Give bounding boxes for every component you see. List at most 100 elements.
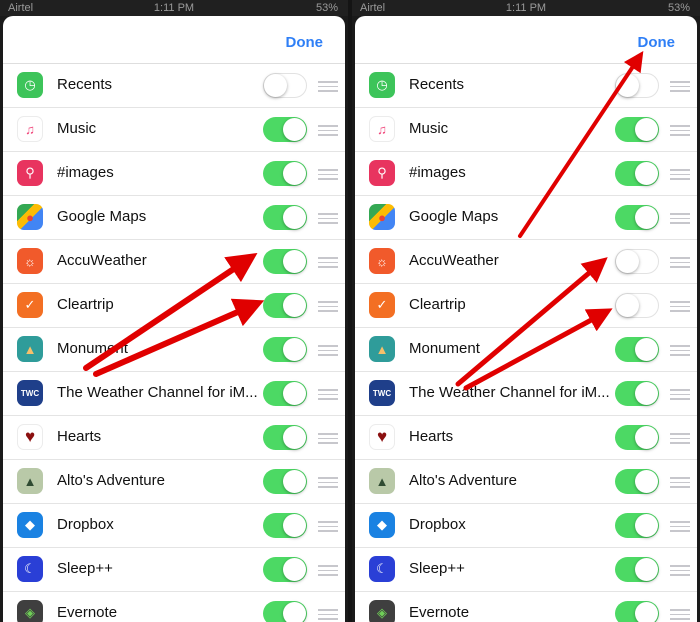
app-enabled-toggle[interactable] <box>615 337 659 362</box>
reorder-handle-icon[interactable] <box>670 565 690 579</box>
toggle-knob <box>283 514 306 537</box>
reorder-handle-icon[interactable] <box>670 345 690 359</box>
app-row: ♥ Hearts <box>355 416 697 460</box>
app-row: ⚲ #images <box>3 152 345 196</box>
app-enabled-toggle[interactable] <box>615 557 659 582</box>
app-row: ◆ Dropbox <box>3 504 345 548</box>
tree-icon: ▲ <box>369 468 395 494</box>
app-enabled-toggle[interactable] <box>615 161 659 186</box>
reorder-handle-icon[interactable] <box>318 345 338 359</box>
reorder-handle-icon[interactable] <box>318 433 338 447</box>
reorder-handle-icon[interactable] <box>670 257 690 271</box>
clock-time: 1:11 PM <box>505 2 547 14</box>
app-enabled-toggle[interactable] <box>263 513 307 538</box>
app-row: TWC The Weather Channel for iM... <box>355 372 697 416</box>
app-row: ⚲ #images <box>355 152 697 196</box>
reorder-handle-icon[interactable] <box>670 389 690 403</box>
manage-apps-sheet: Done ◷ Recents ♫ Music ⚲ #images ● Google Maps ☼… <box>355 16 697 622</box>
app-row: ♥ Hearts <box>3 416 345 460</box>
app-enabled-toggle[interactable] <box>615 601 659 622</box>
reorder-handle-icon[interactable] <box>670 125 690 139</box>
toggle-knob <box>635 426 658 449</box>
app-enabled-toggle[interactable] <box>263 117 307 142</box>
app-enabled-toggle[interactable] <box>263 293 307 318</box>
done-button[interactable]: Done <box>638 34 676 51</box>
reorder-handle-icon[interactable] <box>318 477 338 491</box>
app-enabled-toggle[interactable] <box>263 205 307 230</box>
reorder-handle-icon[interactable] <box>318 389 338 403</box>
battery-level: 53% <box>315 2 338 14</box>
reorder-handle-icon[interactable] <box>318 81 338 95</box>
app-enabled-toggle[interactable] <box>615 293 659 318</box>
checkmark-icon: ✓ <box>17 292 43 318</box>
app-enabled-toggle[interactable] <box>263 73 307 98</box>
done-button[interactable]: Done <box>286 34 324 51</box>
app-enabled-toggle[interactable] <box>615 469 659 494</box>
reorder-handle-icon[interactable] <box>318 213 338 227</box>
app-row: ▲ Alto's Adventure <box>3 460 345 504</box>
reorder-handle-icon[interactable] <box>670 521 690 535</box>
weather-channel-icon: TWC <box>369 380 395 406</box>
app-enabled-toggle[interactable] <box>615 381 659 406</box>
toggle-knob <box>635 162 658 185</box>
reorder-handle-icon[interactable] <box>670 213 690 227</box>
app-enabled-toggle[interactable] <box>263 249 307 274</box>
app-enabled-toggle[interactable] <box>615 205 659 230</box>
dropbox-icon: ◆ <box>17 512 43 538</box>
moon-icon: ☾ <box>17 556 43 582</box>
elephant-icon: ◈ <box>369 600 395 622</box>
app-enabled-toggle[interactable] <box>615 117 659 142</box>
app-name: Recents <box>57 76 113 93</box>
app-enabled-toggle[interactable] <box>263 557 307 582</box>
app-enabled-toggle[interactable] <box>615 249 659 274</box>
checkmark-icon: ✓ <box>369 292 395 318</box>
toggle-knob <box>635 382 658 405</box>
reorder-handle-icon[interactable] <box>318 301 338 315</box>
app-enabled-toggle[interactable] <box>263 425 307 450</box>
reorder-handle-icon[interactable] <box>318 257 338 271</box>
app-name: Music <box>57 120 97 137</box>
reorder-handle-icon[interactable] <box>318 169 338 183</box>
app-enabled-toggle[interactable] <box>263 601 307 622</box>
app-name: AccuWeather <box>409 252 499 269</box>
app-enabled-toggle[interactable] <box>615 513 659 538</box>
moon-icon: ☾ <box>369 556 395 582</box>
music-note-icon: ♫ <box>17 116 43 142</box>
toggle-knob <box>283 382 306 405</box>
app-row: ☼ AccuWeather <box>3 240 345 284</box>
reorder-handle-icon[interactable] <box>318 125 338 139</box>
sheet-header: Done <box>355 16 697 64</box>
reorder-handle-icon[interactable] <box>670 81 690 95</box>
app-row: ● Google Maps <box>3 196 345 240</box>
app-enabled-toggle[interactable] <box>263 469 307 494</box>
app-enabled-toggle[interactable] <box>615 425 659 450</box>
reorder-handle-icon[interactable] <box>318 565 338 579</box>
app-row: ● Google Maps <box>355 196 697 240</box>
app-name: AccuWeather <box>57 252 147 269</box>
toggle-knob <box>283 250 306 273</box>
reorder-handle-icon[interactable] <box>670 609 690 622</box>
toggle-knob <box>635 514 658 537</box>
image-search-icon: ⚲ <box>17 160 43 186</box>
app-row: TWC The Weather Channel for iM... <box>3 372 345 416</box>
reorder-handle-icon[interactable] <box>318 609 338 622</box>
heart-icon: ♥ <box>17 424 43 450</box>
app-name: Monument <box>57 340 128 357</box>
reorder-handle-icon[interactable] <box>318 521 338 535</box>
reorder-handle-icon[interactable] <box>670 433 690 447</box>
app-enabled-toggle[interactable] <box>615 73 659 98</box>
clock-time: 1:11 PM <box>153 2 195 14</box>
reorder-handle-icon[interactable] <box>670 169 690 183</box>
google-maps-icon: ● <box>17 204 43 230</box>
app-name: The Weather Channel for iM... <box>57 384 257 401</box>
app-name: Evernote <box>57 604 118 621</box>
clock-icon: ◷ <box>17 72 43 98</box>
app-enabled-toggle[interactable] <box>263 337 307 362</box>
app-row: ◈ Evernote <box>355 592 697 622</box>
app-enabled-toggle[interactable] <box>263 381 307 406</box>
app-name: #images <box>409 164 466 181</box>
reorder-handle-icon[interactable] <box>670 477 690 491</box>
reorder-handle-icon[interactable] <box>670 301 690 315</box>
app-enabled-toggle[interactable] <box>263 161 307 186</box>
app-name: Cleartrip <box>409 296 466 313</box>
